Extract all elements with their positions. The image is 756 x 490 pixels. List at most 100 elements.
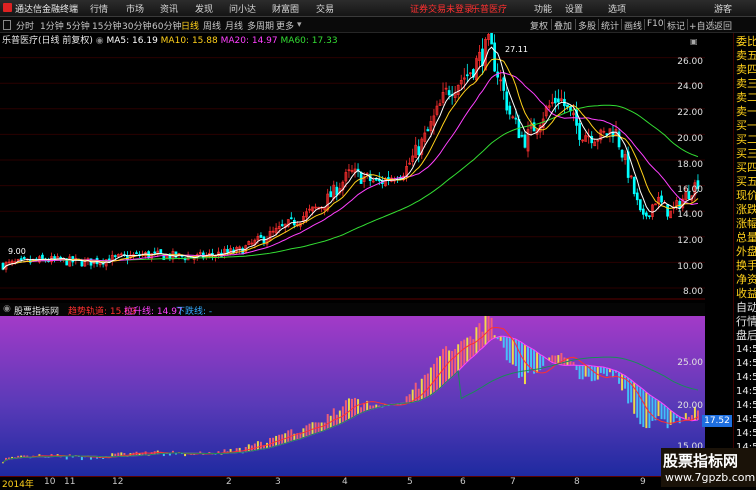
quote-panel-label: 买三 — [736, 147, 756, 160]
indicator-bar — [442, 348, 445, 386]
indicator-bar — [408, 394, 411, 403]
app-name: 通达信金融终端 — [15, 5, 79, 15]
quote-panel-label: 卖一 — [736, 105, 756, 118]
chevron-down-icon[interactable]: ▾ — [297, 20, 302, 30]
ma60-value: MA60: 17.33 — [280, 36, 338, 46]
date-label: 11 — [64, 477, 76, 487]
indicator-bar — [460, 341, 463, 368]
y-tick: 24.00 — [677, 82, 703, 92]
candle-body — [80, 261, 84, 267]
menu-faxian[interactable]: 发现 — [195, 2, 213, 15]
login-notice[interactable]: 证券交易未登录 — [410, 2, 473, 15]
date-label: 2 — [226, 477, 232, 487]
date-label: 12 — [112, 477, 124, 487]
candle-body — [635, 192, 639, 201]
btn-zixuan[interactable]: +自选 — [689, 19, 715, 32]
settings-circle-icon[interactable]: ◉ — [3, 304, 11, 314]
ma20-line — [2, 72, 699, 270]
indicator-bar — [332, 408, 335, 427]
period-weekly[interactable]: 周线 — [203, 19, 221, 32]
watermark-url: www.7gpzb.com — [665, 471, 756, 484]
candle-body — [638, 199, 642, 211]
indicator-bar — [651, 396, 654, 421]
indicator-bar — [505, 336, 508, 361]
indicator-bar — [484, 316, 487, 345]
main-chart-canvas — [0, 33, 705, 300]
menu-zixun[interactable]: 资讯 — [160, 2, 178, 15]
candle-body — [632, 176, 636, 195]
menu-xuanxiang[interactable]: 选项 — [608, 2, 626, 15]
period-1min[interactable]: 1分钟 — [40, 19, 64, 32]
period-fenshi[interactable]: 分时 — [16, 19, 34, 32]
ma10-line — [2, 58, 699, 270]
quote-panel-label: 卖二 — [736, 91, 756, 104]
date-label: 6 — [460, 477, 466, 487]
period-monthly[interactable]: 月线 — [225, 19, 243, 32]
quote-panel-label: 外盘 — [736, 245, 756, 258]
candle-body — [557, 98, 560, 103]
indicator-bar — [678, 416, 681, 424]
period-multi[interactable]: 多周期 — [247, 19, 274, 32]
y-tick: 14.00 — [677, 210, 703, 220]
btn-biaoji[interactable]: 标记 — [667, 19, 685, 32]
candle-body — [490, 33, 493, 45]
period-30min[interactable]: 30分钟 — [122, 19, 151, 32]
candle-body — [153, 251, 157, 254]
divider — [621, 19, 622, 30]
y-tick: 20.00 — [677, 134, 703, 144]
menu-shezhi[interactable]: 设置 — [565, 2, 583, 15]
quote-panel[interactable]: 委比 卖五 卖四 卖三 卖二 卖一 买一 买二 买三 买四 买五 现价 涨跌 涨幅 总量 外盘 换手 净资 收益 自动… — [733, 33, 756, 477]
period-60min[interactable]: 60分钟 — [152, 19, 181, 32]
menu-gongneng[interactable]: 功能 — [534, 2, 552, 15]
btn-fanhui[interactable]: 返回 — [714, 19, 732, 32]
candle-body — [493, 42, 496, 72]
sub-y-tick: 20.00 — [677, 401, 703, 411]
lock-icon[interactable]: ▣ — [690, 37, 698, 46]
quote-panel-label: 行情 — [736, 315, 756, 328]
settings-circle-icon[interactable]: ◉ — [96, 36, 107, 46]
user-guest[interactable]: 游客 — [714, 2, 732, 15]
candle-body — [22, 257, 26, 260]
indicator-bar — [657, 400, 660, 417]
indicator-chart[interactable]: 25.00 20.00 15.00 — [0, 316, 705, 476]
candle-body — [447, 90, 451, 96]
period-5min[interactable]: 5分钟 — [66, 19, 90, 32]
candle-body — [226, 249, 229, 253]
indicator-bar — [590, 365, 593, 382]
btn-fuquan[interactable]: 复权 — [530, 19, 548, 32]
candle-body — [508, 105, 512, 115]
quote-panel-label: 买五 — [736, 175, 756, 188]
indicator-bar — [326, 414, 329, 429]
indicator-bar — [539, 354, 542, 371]
date-label: 4 — [342, 477, 348, 487]
indicator-bar — [554, 355, 557, 364]
period-daily[interactable]: 日线 — [181, 19, 199, 32]
quote-panel-label: 现价 — [736, 189, 756, 202]
panel-toggle-icon[interactable] — [3, 20, 11, 30]
menu-jiaoyi[interactable]: 交易 — [316, 2, 334, 15]
sub-y-tick: 25.00 — [677, 358, 703, 368]
btn-tongji[interactable]: 统计 — [601, 19, 619, 32]
indicator-bar — [642, 389, 645, 428]
indicator-bar — [256, 441, 259, 450]
btn-huaxian[interactable]: 画线 — [624, 19, 642, 32]
btn-f10[interactable]: F10 — [647, 19, 664, 29]
main-kline-chart[interactable]: 乐普医疗(日线 前复权) ◉ MA5: 16.19 MA10: 15.88 MA… — [0, 33, 705, 300]
btn-duogu[interactable]: 多股 — [578, 19, 596, 32]
btn-diejia[interactable]: 叠加 — [554, 19, 572, 32]
candle-body — [374, 178, 378, 181]
indicator-bar — [684, 413, 687, 420]
date-label: 10 — [44, 477, 56, 487]
candle-body — [135, 252, 138, 255]
period-15min[interactable]: 15分钟 — [92, 19, 121, 32]
indicator-bar — [357, 399, 360, 415]
menu-hangqing[interactable]: 行情 — [90, 2, 108, 15]
quote-panel-label: 涨幅 — [736, 217, 756, 230]
menu-caifuquan[interactable]: 财富圈 — [272, 2, 299, 15]
period-more[interactable]: 更多 — [276, 19, 294, 32]
menu-shichang[interactable]: 市场 — [126, 2, 144, 15]
indicator-bar — [478, 323, 481, 351]
menu-wenxiaoda[interactable]: 问小达 — [229, 2, 256, 15]
indicator-bar — [624, 375, 627, 389]
indicator-bar — [618, 372, 621, 384]
